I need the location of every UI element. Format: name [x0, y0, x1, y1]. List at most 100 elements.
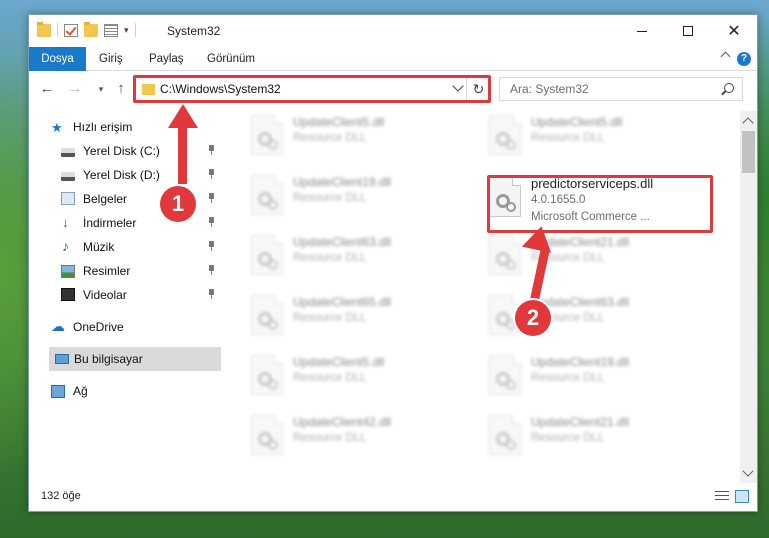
- sidebar-item-this-pc[interactable]: Bu bilgisayar: [49, 347, 221, 371]
- tab-file[interactable]: Dosya: [29, 47, 86, 71]
- new-folder-icon[interactable]: [84, 21, 98, 37]
- close-button[interactable]: ✕: [711, 15, 757, 47]
- sidebar-item-videos[interactable]: Videolar: [29, 283, 221, 307]
- pin-icon[interactable]: [208, 217, 215, 227]
- disk-icon: [61, 148, 75, 157]
- navigation-pane: ★ Hızlı erişim Yerel Disk (C:) Yerel Dis…: [29, 111, 225, 483]
- cloud-icon: ☁: [51, 318, 65, 334]
- download-icon: ↓: [62, 214, 69, 230]
- dll-file-icon: [489, 115, 521, 155]
- search-box[interactable]: Ara: System32: [499, 77, 743, 101]
- maximize-button[interactable]: [665, 15, 711, 47]
- item-count: 132 öğe: [41, 490, 81, 502]
- sidebar-item-local-disk-c[interactable]: Yerel Disk (C:): [29, 139, 221, 163]
- ribbon-tabs: Dosya Giriş Paylaş Görünüm ?: [29, 47, 757, 71]
- file-item[interactable]: UpdateClient5.dll Resource DLL: [489, 115, 709, 165]
- customize-toolbar-icon[interactable]: ▾: [124, 25, 129, 36]
- pin-icon[interactable]: [208, 145, 215, 155]
- sidebar-item-label: Ağ: [73, 384, 88, 398]
- vertical-scrollbar[interactable]: [740, 111, 757, 483]
- dll-file-icon: [489, 235, 521, 275]
- sidebar-item-label: Resimler: [83, 264, 131, 278]
- annotation-arrow-head: [168, 104, 198, 128]
- this-pc-icon: [55, 354, 69, 364]
- file-name: UpdateClient19.dll: [293, 175, 392, 189]
- sidebar-item-onedrive[interactable]: ☁ OneDrive: [29, 315, 221, 339]
- pin-icon[interactable]: [208, 169, 215, 179]
- sidebar-item-music[interactable]: ♪ Müzik: [29, 235, 221, 259]
- file-highlight-box: [487, 175, 713, 233]
- file-name: UpdateClient42.dll: [293, 415, 392, 429]
- pin-icon[interactable]: [208, 289, 215, 299]
- file-item[interactable]: UpdateClient5.dll Resource DLL: [251, 355, 471, 405]
- file-item[interactable]: UpdateClient19.dll Resource DLL: [489, 355, 709, 405]
- documents-icon: [61, 192, 75, 205]
- help-icon[interactable]: ?: [737, 52, 751, 66]
- search-input[interactable]: Ara: System32: [510, 82, 589, 96]
- annotation-arrow-shaft: [178, 124, 187, 184]
- callout-badge-2: 2: [515, 300, 551, 336]
- properties-check-icon[interactable]: [64, 23, 78, 37]
- videos-icon: [61, 288, 75, 301]
- tiles-view-icon[interactable]: [735, 490, 749, 503]
- chevron-up-icon[interactable]: [720, 51, 731, 62]
- file-name: UpdateClient63.dll: [293, 235, 392, 249]
- scroll-down-icon[interactable]: [742, 465, 754, 477]
- window-title: System32: [167, 24, 221, 38]
- up-arrow-icon[interactable]: ↑: [111, 79, 131, 99]
- music-icon: ♪: [62, 238, 69, 254]
- callout-badge-1: 1: [160, 186, 196, 222]
- forward-arrow-icon[interactable]: →: [65, 79, 85, 99]
- title-bar: ▾ System32 ✕: [29, 15, 757, 47]
- file-item[interactable]: UpdateClient5.dll Resource DLL: [251, 115, 471, 165]
- file-item[interactable]: UpdateClient42.dll Resource DLL: [251, 415, 471, 465]
- file-item[interactable]: UpdateClient63.dll Resource DLL: [251, 235, 471, 285]
- file-name: UpdateClient5.dll: [293, 355, 385, 369]
- minimize-button[interactable]: [619, 15, 665, 47]
- file-type: Resource DLL: [293, 312, 367, 324]
- file-item[interactable]: UpdateClient19.dll Resource DLL: [251, 175, 471, 225]
- file-item[interactable]: UpdateClient21.dll Resource DLL: [489, 415, 709, 465]
- sidebar-item-local-disk-d[interactable]: Yerel Disk (D:): [29, 163, 221, 187]
- sidebar-item-network[interactable]: Ağ: [29, 379, 221, 403]
- dll-file-icon: [251, 115, 283, 155]
- minimize-icon: [637, 30, 647, 32]
- sidebar-item-pictures[interactable]: Resimler: [29, 259, 221, 283]
- toolbar-divider: [57, 23, 58, 37]
- file-type: Resource DLL: [531, 372, 605, 384]
- sidebar-item-label: Hızlı erişim: [73, 120, 133, 134]
- file-item[interactable]: UpdateClient65.dll Resource DLL: [251, 295, 471, 345]
- close-icon: ✕: [727, 23, 741, 40]
- pin-icon[interactable]: [208, 265, 215, 275]
- file-type: Resource DLL: [293, 132, 367, 144]
- pin-icon[interactable]: [208, 193, 215, 203]
- tab-home[interactable]: Giriş: [89, 47, 133, 71]
- sidebar-item-label: Yerel Disk (C:): [83, 144, 160, 158]
- file-type: Resource DLL: [293, 192, 367, 204]
- file-type: Resource DLL: [531, 432, 605, 444]
- recent-locations-icon[interactable]: ▾: [91, 79, 111, 99]
- back-arrow-icon[interactable]: ←: [37, 79, 57, 99]
- file-type: Resource DLL: [293, 372, 367, 384]
- status-bar: 132 öğe: [29, 483, 757, 511]
- pin-icon[interactable]: [208, 241, 215, 251]
- scroll-up-icon[interactable]: [742, 117, 754, 129]
- tab-share[interactable]: Paylaş: [139, 47, 194, 71]
- file-name: UpdateClient65.dll: [293, 295, 392, 309]
- properties-icon[interactable]: [104, 23, 118, 37]
- tab-view[interactable]: Görünüm: [197, 47, 265, 71]
- toolbar-divider: [134, 23, 136, 37]
- folder-icon[interactable]: [37, 21, 51, 37]
- dll-file-icon: [251, 175, 283, 215]
- details-view-icon[interactable]: [715, 491, 729, 503]
- file-explorer-window: ▾ System32 ✕ Dosya Giriş Paylaş Görünüm …: [28, 14, 758, 512]
- file-name: UpdateClient21.dll: [531, 415, 630, 429]
- search-icon[interactable]: [724, 83, 734, 93]
- sidebar-item-label: İndirmeler: [83, 216, 137, 230]
- file-name: UpdateClient19.dll: [531, 355, 630, 369]
- file-type: Resource DLL: [293, 252, 367, 264]
- sidebar-item-label: Müzik: [83, 240, 115, 254]
- scroll-thumb[interactable]: [742, 131, 755, 173]
- file-type: Resource DLL: [531, 132, 605, 144]
- disk-icon: [61, 172, 75, 181]
